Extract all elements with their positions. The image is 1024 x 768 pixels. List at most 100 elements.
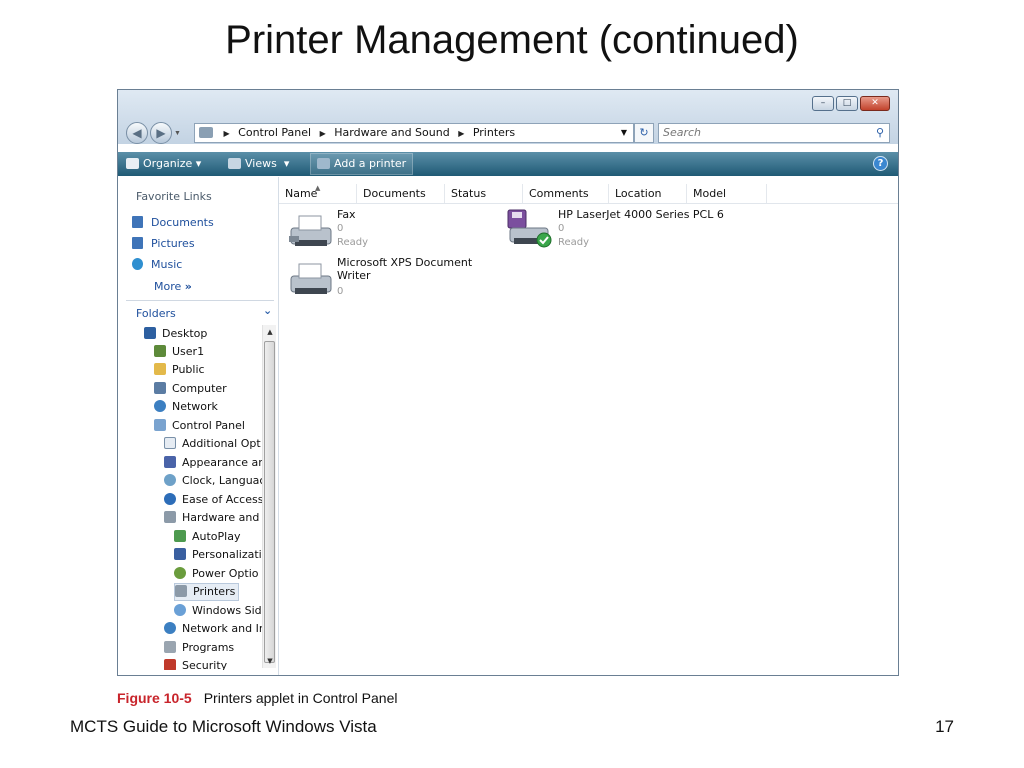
tree-label: Computer: [172, 382, 227, 395]
close-button[interactable]: ✕: [860, 96, 890, 111]
forward-icon: ▶: [156, 126, 166, 140]
printer-doc-count: 0: [558, 223, 565, 234]
search-input[interactable]: Search ⚲: [658, 123, 890, 143]
column-label: Documents: [363, 187, 426, 200]
tree-item-power-options[interactable]: Power Optio: [174, 565, 259, 583]
tree-item-public[interactable]: Public: [154, 361, 205, 379]
tree-item-windows-sidebar[interactable]: Windows Sid: [174, 602, 262, 620]
tree-item-control-panel[interactable]: Control Panel: [154, 417, 245, 435]
control-panel-icon: [154, 419, 166, 431]
programs-icon: [164, 641, 176, 653]
column-headers: Name ▲ Documents Status Comments Location…: [279, 184, 898, 204]
breadcrumb-printers[interactable]: Printers: [473, 126, 515, 139]
slide-title: Printer Management (continued): [225, 18, 799, 62]
scroll-up-icon[interactable]: ▲: [263, 325, 277, 339]
tree-item-personalization[interactable]: Personalizati: [174, 546, 262, 564]
tree-scrollbar[interactable]: ▲ ▼: [262, 325, 276, 668]
tree-item-additional-options[interactable]: Additional Opt: [164, 435, 261, 453]
views-button[interactable]: Views ▾: [228, 152, 289, 176]
tree-item-programs[interactable]: Programs: [164, 639, 234, 657]
breadcrumb-chevron-icon: ▶: [458, 129, 465, 138]
breadcrumb-chevron-icon: ▶: [223, 129, 230, 138]
printer-item-fax[interactable]: Fax 0 Ready: [287, 208, 487, 254]
user-folder-icon: [154, 345, 166, 357]
more-label: More: [154, 280, 182, 293]
tree-item-computer[interactable]: Computer: [154, 380, 227, 398]
column-location[interactable]: Location: [609, 184, 687, 203]
search-icon[interactable]: ⚲: [876, 124, 884, 142]
favorite-link-music[interactable]: Music: [132, 256, 182, 274]
tree-label: Desktop: [162, 327, 208, 340]
printer-item-xps-writer[interactable]: Microsoft XPS Document Writer 0: [287, 256, 487, 302]
maximize-button[interactable]: □: [836, 96, 858, 111]
tree-item-user1[interactable]: User1: [154, 343, 204, 361]
add-printer-button[interactable]: Add a printer: [310, 153, 414, 175]
desktop-icon: [144, 327, 156, 339]
breadcrumb-control-panel[interactable]: Control Panel: [238, 126, 311, 139]
refresh-button[interactable]: ↻: [634, 123, 654, 143]
slide-page-number: 17: [935, 717, 954, 736]
printer-doc-count: 0: [337, 286, 344, 297]
organize-button[interactable]: Organize ▾: [126, 152, 201, 176]
more-links-button[interactable]: More »: [154, 280, 192, 293]
printer-name: Fax: [337, 208, 356, 221]
printer-name: Microsoft XPS Document Writer: [337, 256, 473, 282]
minimize-button[interactable]: –: [812, 96, 834, 111]
printer-item-hp-laserjet[interactable]: HP LaserJet 4000 Series PCL 6 0 Ready: [504, 208, 764, 254]
column-label: Location: [615, 187, 662, 200]
favorite-link-documents[interactable]: Documents: [132, 214, 214, 232]
divider: [126, 300, 274, 301]
column-label: Comments: [529, 187, 589, 200]
tree-item-desktop[interactable]: Desktop: [144, 325, 207, 343]
help-icon[interactable]: ?: [873, 156, 888, 171]
documents-icon: [132, 216, 143, 228]
tree-item-printers[interactable]: Printers: [174, 583, 240, 601]
options-icon: [164, 437, 176, 449]
column-status[interactable]: Status: [445, 184, 523, 203]
column-label: Name: [285, 187, 318, 200]
tree-label: Additional Opt: [182, 437, 261, 450]
printer-icon: [199, 127, 213, 138]
address-bar[interactable]: ▶ Control Panel ▶ Hardware and Sound ▶ P…: [194, 123, 634, 143]
tree-item-hardware[interactable]: Hardware and: [164, 509, 259, 527]
tree-label: Personalizati: [192, 548, 262, 561]
folders-title[interactable]: Folders: [136, 307, 176, 320]
tree-item-autoplay[interactable]: AutoPlay: [174, 528, 240, 546]
printer-doc-count: 0: [337, 223, 344, 234]
breadcrumb-chevron-icon: ▶: [319, 129, 326, 138]
tree-label: Programs: [182, 641, 235, 654]
tree-label: Public: [172, 363, 205, 376]
appearance-icon: [164, 456, 176, 468]
ease-of-access-icon: [164, 493, 176, 505]
favorite-link-label: Pictures: [151, 237, 195, 250]
back-button[interactable]: ◀: [126, 122, 148, 144]
scrollbar-thumb[interactable]: [264, 341, 275, 663]
favorite-link-label: Documents: [151, 216, 214, 229]
chevron-down-icon[interactable]: ⌄: [263, 304, 272, 317]
forward-button[interactable]: ▶: [150, 122, 172, 144]
tree-label: Printers: [193, 585, 236, 598]
scroll-down-icon[interactable]: ▼: [263, 654, 277, 668]
personalization-icon: [174, 548, 186, 560]
tree-item-security[interactable]: Security: [164, 657, 227, 670]
column-name[interactable]: Name ▲: [279, 184, 357, 203]
column-documents[interactable]: Documents: [357, 184, 445, 203]
tree-item-network[interactable]: Network: [154, 398, 218, 416]
tree-item-network-internet[interactable]: Network and Ir: [164, 620, 262, 638]
tree-item-appearance[interactable]: Appearance ar: [164, 454, 262, 472]
tree-item-clock-language[interactable]: Clock, Languac: [164, 472, 262, 490]
tree-item-ease-of-access[interactable]: Ease of Access: [164, 491, 262, 509]
default-printer-icon: [507, 209, 552, 248]
search-placeholder: Search: [663, 126, 702, 139]
figure-text: Printers applet in Control Panel: [203, 690, 398, 706]
tree-label: Network and Ir: [182, 622, 262, 635]
views-label: Views: [245, 157, 277, 170]
organize-label: Organize: [143, 157, 193, 170]
recent-pages-dropdown[interactable]: ▼: [174, 130, 181, 137]
column-model[interactable]: Model: [687, 184, 767, 203]
back-icon: ◀: [132, 126, 142, 140]
breadcrumb-hardware-and-sound[interactable]: Hardware and Sound: [334, 126, 449, 139]
favorite-link-pictures[interactable]: Pictures: [132, 235, 195, 253]
chevron-down-icon[interactable]: ▼: [621, 124, 627, 142]
column-comments[interactable]: Comments: [523, 184, 609, 203]
